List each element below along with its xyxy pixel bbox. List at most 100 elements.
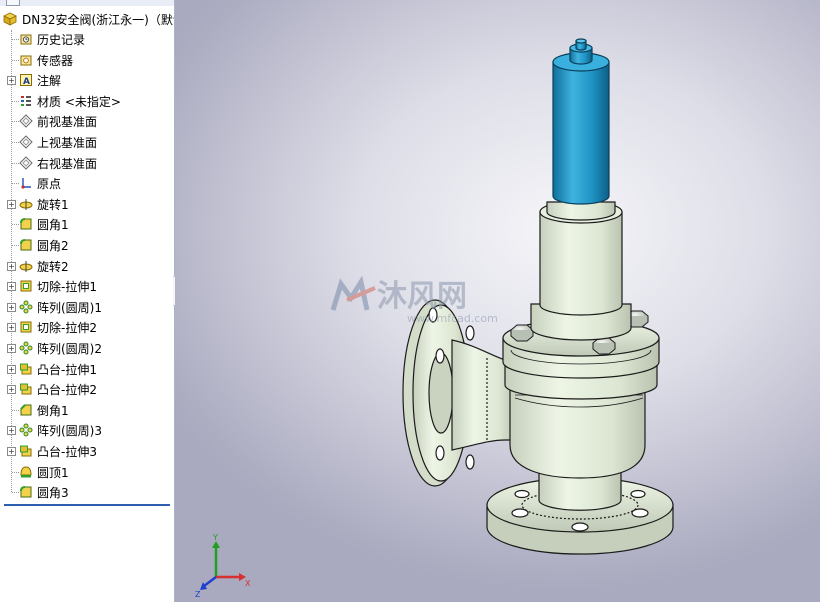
expand-toggle-icon[interactable]: + xyxy=(7,385,16,395)
tree-item-label: 阵列(圆周)1 xyxy=(37,300,102,315)
tree-connector xyxy=(12,245,19,246)
plane-icon xyxy=(19,135,33,149)
cut-extrude-icon xyxy=(19,279,33,293)
tree-item-label: 倒角1 xyxy=(37,403,69,418)
tree-root-part[interactable]: DN32安全阀(浙江永一)（默认 xyxy=(2,10,175,28)
tree-item-label: 圆角2 xyxy=(37,239,69,253)
boss-extrude-icon xyxy=(19,444,33,458)
tree-item-label: 圆角1 xyxy=(37,218,69,233)
tree-item[interactable]: 传感器 xyxy=(0,51,174,69)
tree-item[interactable]: 原点 xyxy=(0,174,174,192)
material-icon xyxy=(19,94,33,108)
circular-pattern-icon xyxy=(19,423,33,437)
tree-item[interactable]: 圆角1 xyxy=(0,215,174,233)
expand-toggle-icon[interactable]: + xyxy=(7,323,16,333)
tree-connector xyxy=(12,100,19,102)
valve-model: 沐风网 www.mfcad.com Y X Z xyxy=(195,38,674,599)
expand-toggle-icon[interactable]: + xyxy=(7,302,16,312)
tree-connector xyxy=(12,409,19,411)
triad-z-label: Z xyxy=(195,590,201,599)
tree-item-label: 凸台-拉伸3 xyxy=(37,445,97,459)
tree-item-label: 阵列(圆周)3 xyxy=(37,424,102,439)
expand-toggle-icon[interactable]: + xyxy=(7,447,16,456)
tree-item[interactable]: + 凸台-拉伸1 xyxy=(0,360,174,378)
tree-item[interactable]: + A 注解 xyxy=(0,71,174,89)
tree-item[interactable]: 圆顶1 xyxy=(0,463,174,481)
expand-toggle-icon[interactable]: + xyxy=(7,76,16,86)
tree-item-label: 凸台-拉伸2 xyxy=(37,383,97,398)
boss-extrude-icon xyxy=(19,362,33,376)
tree-root-label: DN32安全阀(浙江永一)（默认 xyxy=(22,12,175,27)
tree-connector xyxy=(12,121,19,123)
watermark-text: 沐风网 xyxy=(377,279,467,314)
tree-item[interactable]: + 旋转2 xyxy=(0,257,174,275)
tree-connector xyxy=(12,492,19,494)
expand-toggle-icon[interactable]: + xyxy=(7,344,16,353)
tree-item[interactable]: 圆角3 xyxy=(0,483,174,501)
tree-item[interactable]: 圆角2 xyxy=(0,236,174,254)
tree-item[interactable]: 右视基准面 xyxy=(0,154,174,172)
annotation-icon: A xyxy=(19,73,33,87)
tree-tab[interactable] xyxy=(6,0,20,6)
tree-item-label: 旋转1 xyxy=(37,197,69,212)
tree-item-label: 材质 <未指定> xyxy=(37,94,121,109)
expand-toggle-icon[interactable]: + xyxy=(7,426,16,436)
tree-connector xyxy=(12,162,19,164)
dome-icon xyxy=(19,465,33,479)
tree-item-label: 传感器 xyxy=(37,53,74,68)
triad-x-label: X xyxy=(245,579,251,588)
tree-connector xyxy=(12,183,19,185)
expand-toggle-icon[interactable]: + xyxy=(7,199,16,209)
tree-connector xyxy=(12,471,19,473)
tree-item[interactable]: 材质 <未指定> xyxy=(0,92,174,110)
tree-top-bar xyxy=(0,0,174,6)
circular-pattern-icon xyxy=(19,341,33,355)
tree-item[interactable]: 上视基准面 xyxy=(0,133,174,151)
tree-item[interactable]: + 切除-拉伸1 xyxy=(0,277,174,295)
tree-item[interactable]: + 旋转1 xyxy=(0,195,174,213)
tree-item-label: 凸台-拉伸1 xyxy=(37,362,97,377)
tree-item-label: 圆角3 xyxy=(37,486,69,501)
tree-connector xyxy=(12,39,19,40)
chamfer-icon xyxy=(19,403,33,417)
tree-item-label: 注解 xyxy=(37,74,62,89)
tree-item-label: 旋转2 xyxy=(37,259,69,274)
expand-toggle-icon[interactable]: + xyxy=(7,282,16,292)
tree-rollback-bar[interactable] xyxy=(4,504,170,506)
tree-item-label: 右视基准面 xyxy=(37,156,98,171)
tree-connector xyxy=(12,59,19,61)
cut-extrude-icon xyxy=(19,320,33,334)
tree-item[interactable]: + 凸台-拉伸2 xyxy=(0,380,174,398)
history-icon xyxy=(19,32,33,46)
tree-item-label: 切除-拉伸2 xyxy=(37,321,97,336)
tree-item[interactable]: 前视基准面 xyxy=(0,112,174,130)
tree-item-label: 圆顶1 xyxy=(37,465,69,480)
revolve-icon xyxy=(19,259,33,273)
tree-item-label: 历史记录 xyxy=(37,33,86,47)
triad-y-label: Y xyxy=(212,533,218,542)
tree-item[interactable]: + 凸台-拉伸3 xyxy=(0,442,174,460)
fillet-icon xyxy=(19,217,33,231)
tree-item[interactable]: 历史记录 xyxy=(0,30,174,48)
plane-icon xyxy=(19,155,33,170)
tree-item[interactable]: + 阵列(圆周)2 xyxy=(0,339,174,357)
tree-item[interactable]: + 切除-拉伸2 xyxy=(0,318,174,336)
expand-toggle-icon[interactable]: + xyxy=(7,364,16,374)
reference-triad: Y X Z xyxy=(195,533,251,599)
fillet-icon xyxy=(19,238,33,252)
tree-item-label: 前视基准面 xyxy=(37,115,98,130)
inlet-flange xyxy=(402,299,516,487)
svg-text:A: A xyxy=(23,77,30,87)
tree-item[interactable]: + 阵列(圆周)1 xyxy=(0,298,174,316)
tree-item[interactable]: 倒角1 xyxy=(0,401,174,419)
expand-toggle-icon[interactable]: + xyxy=(7,261,16,271)
tree-item[interactable]: + 阵列(圆周)3 xyxy=(0,421,174,439)
revolve-icon xyxy=(19,197,33,211)
graphics-viewport[interactable]: 沐风网 www.mfcad.com Y X Z xyxy=(175,0,820,602)
plane-icon xyxy=(19,114,33,129)
tree-item-label: 切除-拉伸1 xyxy=(37,280,97,295)
watermark-url: www.mfcad.com xyxy=(407,312,498,325)
blue-cap xyxy=(552,38,610,205)
sensor-icon xyxy=(19,53,33,67)
tree-item-label: 原点 xyxy=(37,177,62,192)
